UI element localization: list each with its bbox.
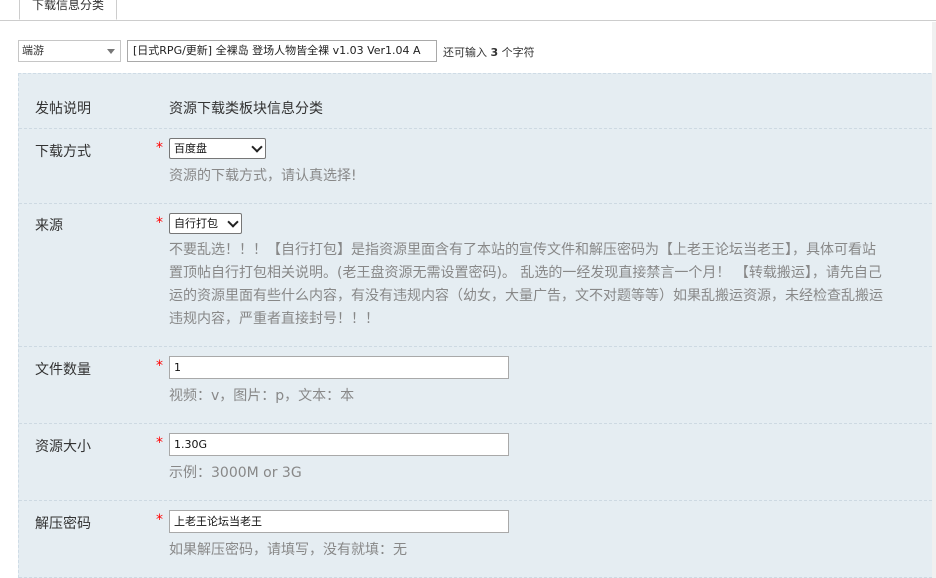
file-count-label: 文件数量: [35, 362, 91, 378]
file-count-input[interactable]: 1: [169, 356, 509, 379]
source-label: 来源: [35, 218, 63, 234]
source-selected: 自行打包: [174, 217, 218, 230]
char-counter: 还可输入 3 个字符: [443, 44, 535, 60]
password-hint: 如果解压密码，请填写，没有就填：无: [169, 542, 407, 558]
download-method-select[interactable]: 百度盘: [169, 138, 266, 159]
source-hint: 不要乱选！！！【自行打包】是指资源里面含有了本站的宣传文件和解压密码为【上老王论…: [169, 239, 936, 331]
type-select-value: 端游: [22, 44, 44, 57]
required-mark: *: [156, 215, 163, 231]
row-source: 来源 * 自行打包 不要乱选！！！【自行打包】是指资源里面含有了本站的宣传文件和…: [19, 203, 936, 347]
required-mark: *: [156, 512, 163, 528]
size-label: 资源大小: [35, 439, 91, 455]
size-input[interactable]: 1.30G: [169, 433, 509, 456]
source-hint-line: 不要乱选！！！【自行打包】是指资源里面含有了本站的宣传文件和解压密码为【上老王论…: [169, 242, 876, 258]
row-post-desc: 发帖说明 资源下载类板块信息分类: [19, 74, 936, 129]
tab-download-info[interactable]: 下载信息分类: [19, 0, 117, 20]
subject-row: 端游 [日式RPG/更新] 全裸岛 登场人物皆全裸 v1.03 Ver1.04 …: [18, 40, 936, 62]
counter-prefix: 还可输入: [443, 46, 487, 59]
row-password: 解压密码 * 上老王论坛当老王 如果解压密码，请填写，没有就填：无: [19, 500, 936, 578]
download-method-hint: 资源的下载方式，请认真选择!: [169, 168, 357, 184]
download-method-selected: 百度盘: [174, 142, 207, 155]
chevron-down-icon: [107, 49, 115, 54]
required-mark: *: [156, 435, 163, 451]
source-select[interactable]: 自行打包: [169, 213, 242, 234]
required-mark: *: [156, 140, 163, 156]
source-hint-line: 运的资源里面有些什么内容，有没有违规内容（幼女，大量广告，文不对题等等）如果乱搬…: [169, 288, 883, 304]
chevron-down-icon: [251, 141, 263, 153]
row-file-count: 文件数量 * 1 视频：v，图片：p，文本：本: [19, 346, 936, 424]
form-panel: 发帖说明 资源下载类板块信息分类 下载方式 * 百度盘 资源的下载方式，请认真选…: [18, 73, 936, 578]
counter-number: 3: [490, 46, 499, 59]
required-mark: *: [156, 358, 163, 374]
size-hint: 示例：3000M or 3G: [169, 465, 302, 481]
file-count-hint: 视频：v，图片：p，文本：本: [169, 388, 355, 404]
counter-suffix: 个字符: [501, 46, 535, 59]
tab-bar: 下载信息分类: [0, 0, 936, 21]
post-desc-value: 资源下载类板块信息分类: [169, 101, 323, 117]
source-hint-line: 违规内容，严重者直接封号！！！: [169, 311, 379, 327]
post-desc-label: 发帖说明: [35, 101, 91, 117]
row-download-method: 下载方式 * 百度盘 资源的下载方式，请认真选择!: [19, 128, 936, 204]
scrollbar[interactable]: [932, 22, 936, 578]
chevron-down-icon: [227, 216, 239, 228]
type-select[interactable]: 端游: [18, 40, 121, 62]
subject-input[interactable]: [日式RPG/更新] 全裸岛 登场人物皆全裸 v1.03 Ver1.04 A: [127, 40, 437, 62]
password-input[interactable]: 上老王论坛当老王: [169, 510, 509, 533]
password-label: 解压密码: [35, 516, 91, 532]
source-hint-line: 置顶帖自行打包相关说明。(老王盘资源无需设置密码)。 乱选的一经发现直接禁言一个…: [169, 265, 882, 281]
download-method-label: 下载方式: [35, 144, 91, 160]
row-size: 资源大小 * 1.30G 示例：3000M or 3G: [19, 423, 936, 501]
